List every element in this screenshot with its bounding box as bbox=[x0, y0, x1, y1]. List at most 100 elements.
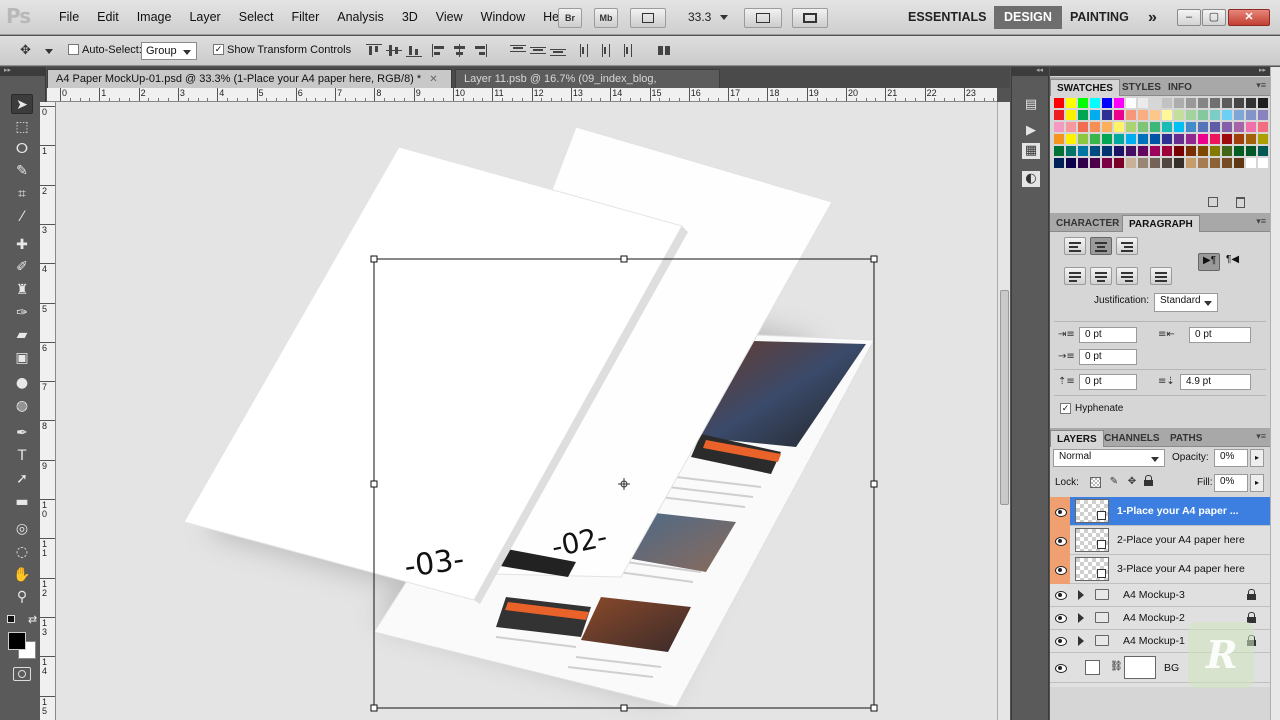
align-hcenter-icon[interactable] bbox=[452, 44, 468, 58]
crop-tool-icon[interactable]: ⌗ bbox=[11, 184, 33, 204]
actions-panel-icon[interactable]: ▶ bbox=[1022, 123, 1040, 139]
mini-bridge-button[interactable]: Mb bbox=[594, 8, 618, 28]
color-swatch[interactable] bbox=[1054, 110, 1065, 121]
color-swatch[interactable] bbox=[1222, 122, 1233, 133]
justify-all-button[interactable] bbox=[1150, 267, 1172, 285]
color-swatch[interactable] bbox=[1078, 122, 1089, 133]
color-swatch[interactable] bbox=[1150, 158, 1161, 169]
scrollbar-thumb[interactable] bbox=[1000, 290, 1009, 505]
color-swatch[interactable] bbox=[1162, 158, 1173, 169]
color-swatch[interactable] bbox=[1066, 134, 1077, 145]
color-swatch[interactable] bbox=[1210, 146, 1221, 157]
color-swatch[interactable] bbox=[1198, 158, 1209, 169]
healing-brush-tool-icon[interactable]: ✚ bbox=[11, 235, 33, 255]
color-swatch[interactable] bbox=[1138, 158, 1149, 169]
tab-a4-mockup[interactable]: A4 Paper MockUp-01.psd @ 33.3% (1-Place … bbox=[47, 69, 452, 88]
panel-menu-icon[interactable]: ▾≡ bbox=[1256, 431, 1266, 442]
color-swatch[interactable] bbox=[1222, 134, 1233, 145]
color-swatch[interactable] bbox=[1138, 146, 1149, 157]
menu-analysis[interactable]: Analysis bbox=[328, 0, 393, 35]
color-swatch[interactable] bbox=[1222, 146, 1233, 157]
visibility-eye-icon[interactable] bbox=[1054, 589, 1068, 601]
pen-tool-icon[interactable]: ✒ bbox=[11, 423, 33, 443]
align-bottom-icon[interactable] bbox=[406, 44, 422, 58]
history-panel-icon[interactable]: ▤ bbox=[1022, 97, 1040, 113]
color-swatch[interactable] bbox=[1138, 134, 1149, 145]
tool-preset-dropdown-icon[interactable] bbox=[45, 49, 53, 54]
color-swatch[interactable] bbox=[1198, 98, 1209, 109]
align-center-text-button[interactable] bbox=[1090, 237, 1112, 255]
dodge-tool-icon[interactable]: ◍ bbox=[11, 396, 33, 416]
color-swatch[interactable] bbox=[1198, 110, 1209, 121]
color-swatch[interactable] bbox=[1126, 122, 1137, 133]
new-swatch-icon[interactable] bbox=[1208, 197, 1218, 207]
tab-swatches[interactable]: SWATCHES bbox=[1050, 79, 1120, 96]
justify-right-button[interactable] bbox=[1116, 267, 1138, 285]
tab-character[interactable]: CHARACTER bbox=[1050, 215, 1125, 232]
color-swatch[interactable] bbox=[1198, 146, 1209, 157]
color-swatch[interactable] bbox=[1150, 122, 1161, 133]
color-swatch[interactable] bbox=[1258, 146, 1269, 157]
color-swatch[interactable] bbox=[1258, 122, 1269, 133]
color-swatch[interactable] bbox=[1054, 158, 1065, 169]
color-swatch[interactable] bbox=[1210, 122, 1221, 133]
workspace-essentials[interactable]: ESSENTIALS bbox=[898, 0, 997, 35]
color-swatch[interactable] bbox=[1246, 98, 1257, 109]
color-swatch[interactable] bbox=[1174, 110, 1185, 121]
3d-orbit-tool-icon[interactable]: ◌ bbox=[11, 542, 33, 562]
color-swatch[interactable] bbox=[1090, 146, 1101, 157]
foreground-color-swatch[interactable] bbox=[8, 632, 26, 650]
color-swatch[interactable] bbox=[1186, 110, 1197, 121]
move-tool-icon[interactable]: ➤ bbox=[11, 94, 33, 114]
color-swatch[interactable] bbox=[1222, 158, 1233, 169]
clone-stamp-tool-icon[interactable]: ♜ bbox=[11, 280, 33, 300]
color-swatch[interactable] bbox=[1114, 146, 1125, 157]
left-to-right-text-button[interactable]: ▶¶ bbox=[1198, 253, 1220, 271]
color-swatch[interactable] bbox=[1138, 98, 1149, 109]
default-colors-icon[interactable] bbox=[7, 615, 15, 623]
distribute-hcenter-icon[interactable] bbox=[598, 44, 614, 58]
swap-colors-icon[interactable]: ⇄ bbox=[28, 613, 37, 626]
zoom-tool-icon[interactable]: ⚲ bbox=[11, 587, 33, 607]
panel-menu-icon[interactable]: ▾≡ bbox=[1256, 216, 1266, 227]
document-canvas[interactable]: -02- -03- bbox=[56, 102, 997, 720]
color-swatch[interactable] bbox=[1150, 98, 1161, 109]
right-to-left-text-button[interactable]: ¶◀ bbox=[1222, 253, 1244, 271]
color-swatch[interactable] bbox=[1174, 98, 1185, 109]
color-swatch[interactable] bbox=[1150, 146, 1161, 157]
lasso-tool-icon[interactable]: ⵔ bbox=[11, 139, 33, 159]
color-swatch[interactable] bbox=[1198, 122, 1209, 133]
marquee-tool-icon[interactable]: ⬚ bbox=[11, 117, 33, 137]
visibility-eye-icon[interactable] bbox=[1054, 506, 1068, 518]
color-swatch[interactable] bbox=[1114, 110, 1125, 121]
align-left-text-button[interactable] bbox=[1064, 237, 1086, 255]
expand-group-icon[interactable] bbox=[1078, 590, 1084, 600]
more-workspaces-icon[interactable]: » bbox=[1138, 0, 1167, 35]
eyedropper-tool-icon[interactable]: ⁄ bbox=[11, 207, 33, 227]
color-swatch[interactable] bbox=[1114, 98, 1125, 109]
color-swatch[interactable] bbox=[1078, 98, 1089, 109]
color-swatch[interactable] bbox=[1234, 146, 1245, 157]
color-swatch[interactable] bbox=[1162, 146, 1173, 157]
lock-transparent-icon[interactable] bbox=[1090, 477, 1101, 488]
opacity-slider-arrow-icon[interactable]: ▸ bbox=[1250, 449, 1264, 467]
color-swatch[interactable] bbox=[1090, 134, 1101, 145]
color-swatch[interactable] bbox=[1210, 134, 1221, 145]
color-swatch[interactable] bbox=[1234, 122, 1245, 133]
justify-left-button[interactable] bbox=[1064, 267, 1086, 285]
layer-row-2[interactable]: 2-Place your A4 paper here bbox=[1050, 526, 1270, 555]
color-swatch[interactable] bbox=[1114, 158, 1125, 169]
color-swatch[interactable] bbox=[1090, 98, 1101, 109]
dock-header[interactable]: ▸▸ bbox=[1050, 67, 1270, 76]
color-swatch[interactable] bbox=[1234, 98, 1245, 109]
visibility-eye-icon[interactable] bbox=[1054, 535, 1068, 547]
distribute-vcenter-icon[interactable] bbox=[530, 44, 546, 58]
visibility-eye-icon[interactable] bbox=[1054, 635, 1068, 647]
color-swatch[interactable] bbox=[1162, 134, 1173, 145]
3d-rotate-tool-icon[interactable]: ◎ bbox=[11, 519, 33, 539]
layer-comps-panel-icon[interactable]: ▦ bbox=[1022, 143, 1040, 159]
color-swatch[interactable] bbox=[1078, 110, 1089, 121]
color-swatch[interactable] bbox=[1102, 134, 1113, 145]
workspace-painting[interactable]: PAINTING bbox=[1060, 0, 1139, 35]
color-swatch[interactable] bbox=[1234, 158, 1245, 169]
